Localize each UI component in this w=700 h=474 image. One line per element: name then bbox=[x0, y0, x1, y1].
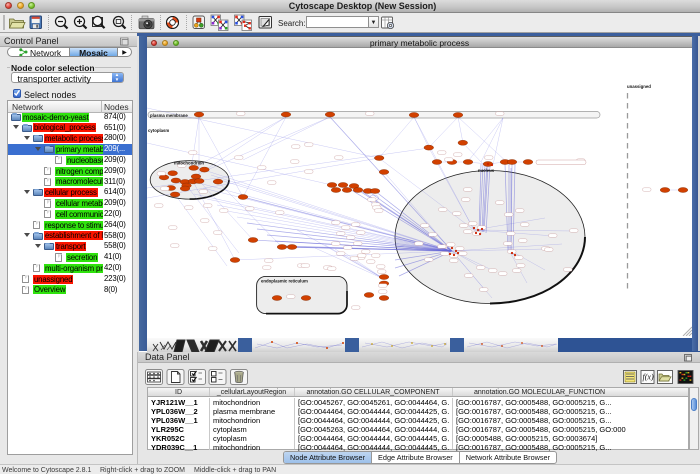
svg-text:plasma membrane: plasma membrane bbox=[150, 113, 188, 118]
svg-text:f(x): f(x) bbox=[643, 373, 654, 382]
svg-text:endoplasmic reticulum: endoplasmic reticulum bbox=[261, 279, 308, 284]
svg-text:nucleus: nucleus bbox=[478, 168, 495, 173]
svg-text:cytoplasm: cytoplasm bbox=[148, 128, 169, 133]
svg-text:unassigned: unassigned bbox=[627, 84, 651, 89]
svg-text:mitochondrion: mitochondrion bbox=[174, 161, 204, 166]
